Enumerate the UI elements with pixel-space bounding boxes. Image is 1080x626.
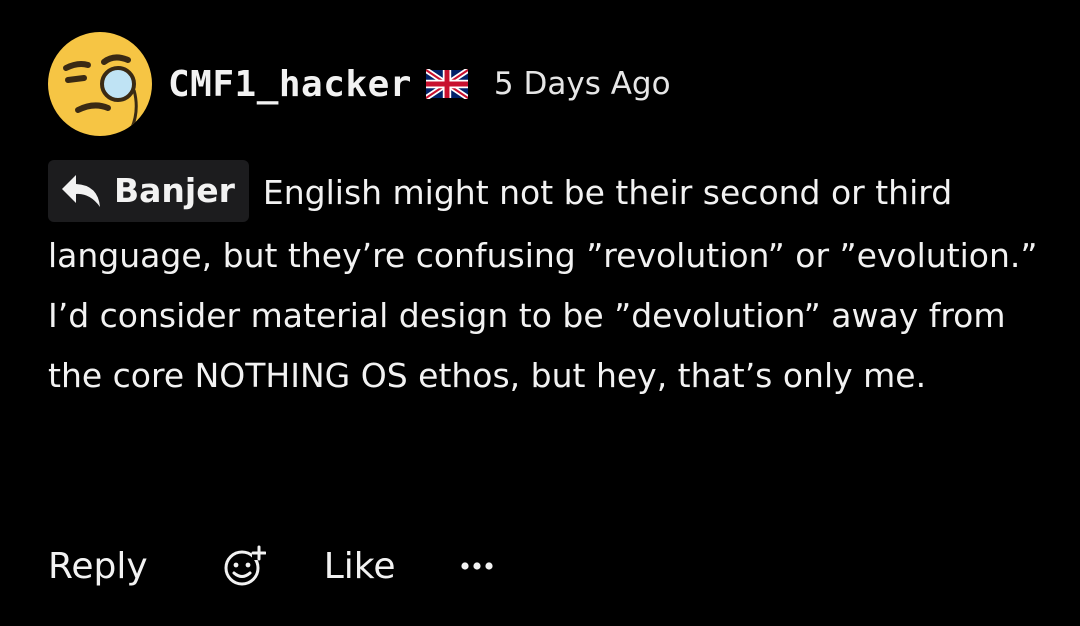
avatar[interactable] bbox=[48, 32, 152, 136]
comment-timestamp: 5 Days Ago bbox=[493, 66, 671, 102]
add-reaction-icon[interactable] bbox=[222, 544, 266, 588]
uk-flag-icon bbox=[425, 69, 468, 99]
comment-body: Banjer English might not be their second … bbox=[48, 159, 1038, 406]
reply-to-name: Banjer bbox=[114, 170, 235, 210]
comment-card: CMF1_hacker 5 Days Ago Banjer English mig… bbox=[0, 0, 1080, 626]
reply-to-chip[interactable]: Banjer bbox=[48, 159, 249, 222]
reply-button[interactable]: Reply bbox=[48, 546, 148, 587]
monocle-face-emoji bbox=[63, 54, 138, 133]
like-button[interactable]: Like bbox=[324, 546, 396, 587]
author-username[interactable]: CMF1_hacker bbox=[168, 64, 412, 105]
reply-arrow-icon bbox=[62, 174, 100, 207]
comment-header: CMF1_hacker 5 Days Ago bbox=[48, 32, 671, 136]
comment-actions: Reply Like bbox=[48, 538, 497, 594]
more-dots-icon[interactable] bbox=[457, 556, 497, 576]
